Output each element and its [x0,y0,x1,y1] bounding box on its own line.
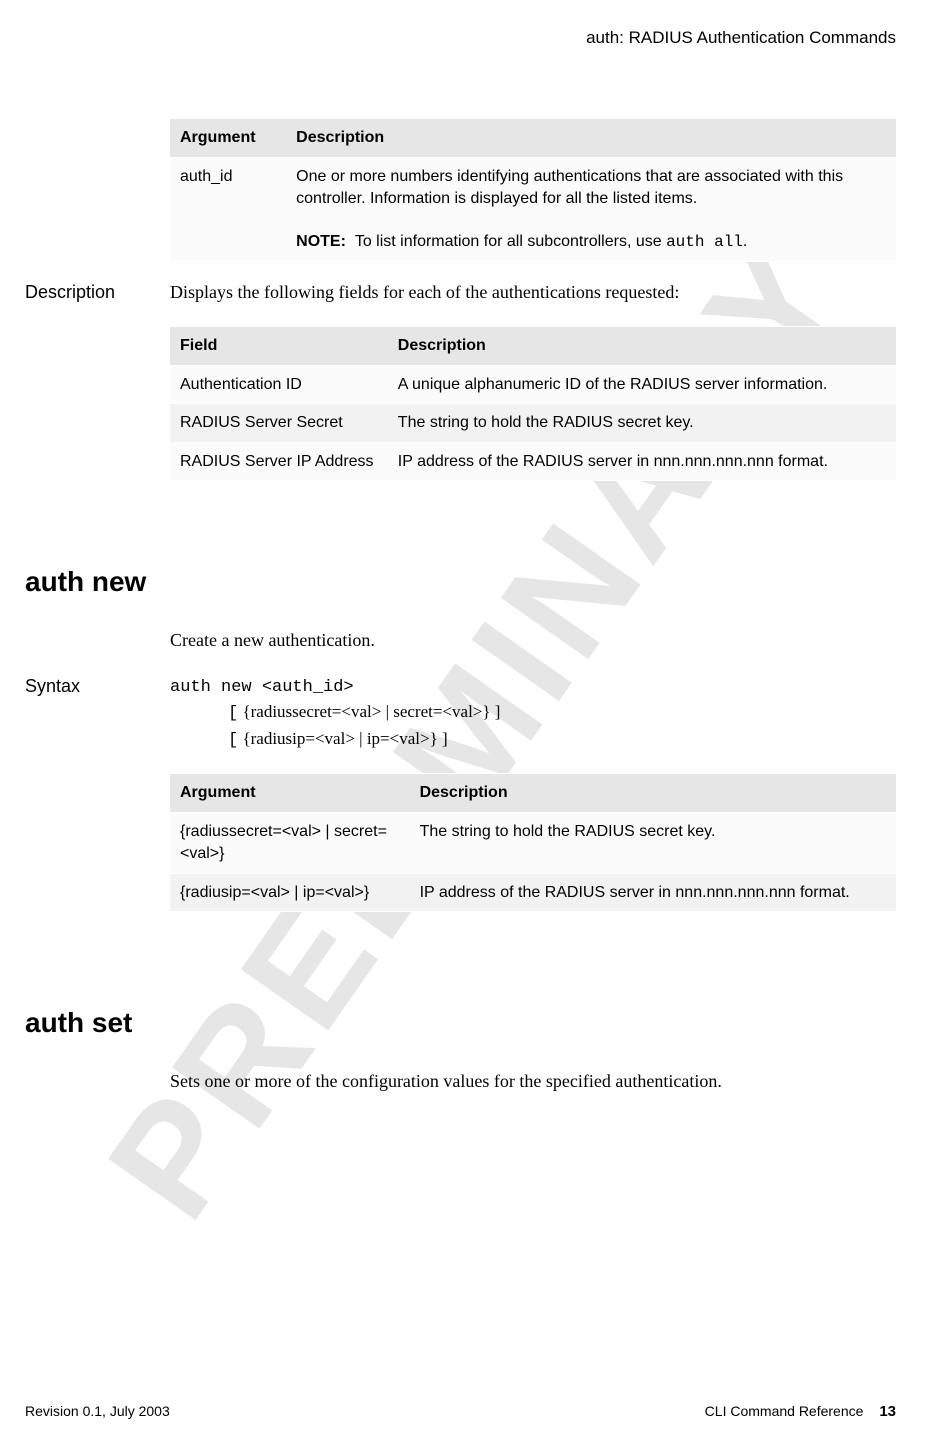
note-tail: . [743,233,747,250]
table-row: {radiussecret=<val> | secret=<val>} The … [170,813,896,873]
table-header-description: Description [388,326,896,365]
cell-field: RADIUS Server Secret [170,404,388,443]
table-header-description: Description [286,119,896,158]
inline-code: auth all [666,233,743,251]
cell-field: Authentication ID [170,365,388,404]
note-text: To list information for all subcontrolle… [355,233,666,250]
table-header-argument: Argument [170,774,410,813]
cell-argument: {radiusip=<val> | ip=<val>} [170,873,410,912]
page-footer: Revision 0.1, July 2003 CLI Command Refe… [0,1403,951,1420]
cell-description: The string to hold the RADIUS secret key… [388,404,896,443]
table-row: auth_id One or more numbers identifying … [170,158,896,262]
heading-auth-new: auth new [25,566,896,598]
table-row: {radiusip=<val> | ip=<val>} IP address o… [170,873,896,912]
cell-argument: {radiussecret=<val> | secret=<val>} [170,813,410,873]
table-header-argument: Argument [170,119,286,158]
table-header-description: Description [410,774,896,813]
empty-side [25,628,170,653]
cell-argument: auth_id [170,158,286,262]
syntax-block: auth new <auth_id> [ {radiussecret=<val>… [170,674,896,754]
syntax-bracket: [ [228,731,238,750]
argument-table-auth-id: Argument Description auth_id One or more… [170,118,896,262]
syntax-line-2: {radiussecret=<val> | secret=<val>} ] [238,702,500,721]
cell-description: One or more numbers identifying authenti… [286,158,896,262]
syntax-line-3: {radiusip=<val> | ip=<val>} ] [238,729,447,748]
page-content: auth: RADIUS Authentication Commands Arg… [0,0,951,1094]
cell-text: One or more numbers identifying authenti… [296,168,843,207]
auth-new-intro: Create a new authentication. [170,628,896,653]
syntax-bracket: [ [228,704,238,723]
section-label-syntax: Syntax [25,674,170,754]
syntax-line-1: auth new <auth_id> [170,678,354,697]
cell-field: RADIUS Server IP Address [170,442,388,481]
cell-description: IP address of the RADIUS server in nnn.n… [388,442,896,481]
cell-description: IP address of the RADIUS server in nnn.n… [410,873,896,912]
footer-doc-title: CLI Command Reference [705,1403,864,1419]
cell-description: The string to hold the RADIUS secret key… [410,813,896,873]
field-description-table: Field Description Authentication ID A un… [170,326,896,482]
section-label-description: Description [25,280,170,305]
description-text: Displays the following fields for each o… [170,280,896,305]
argument-table-auth-new: Argument Description {radiussecret=<val>… [170,773,896,912]
table-row: RADIUS Server IP Address IP address of t… [170,442,896,481]
table-header-field: Field [170,326,388,365]
empty-side [25,1069,170,1094]
footer-revision: Revision 0.1, July 2003 [25,1403,170,1419]
table-row: RADIUS Server Secret The string to hold … [170,404,896,443]
note-label: NOTE: [296,233,346,250]
auth-set-intro: Sets one or more of the configuration va… [170,1069,896,1094]
footer-page-number: 13 [879,1403,896,1420]
table-row: Authentication ID A unique alphanumeric … [170,365,896,404]
running-header: auth: RADIUS Authentication Commands [25,0,896,118]
cell-description: A unique alphanumeric ID of the RADIUS s… [388,365,896,404]
heading-auth-set: auth set [25,1007,896,1039]
